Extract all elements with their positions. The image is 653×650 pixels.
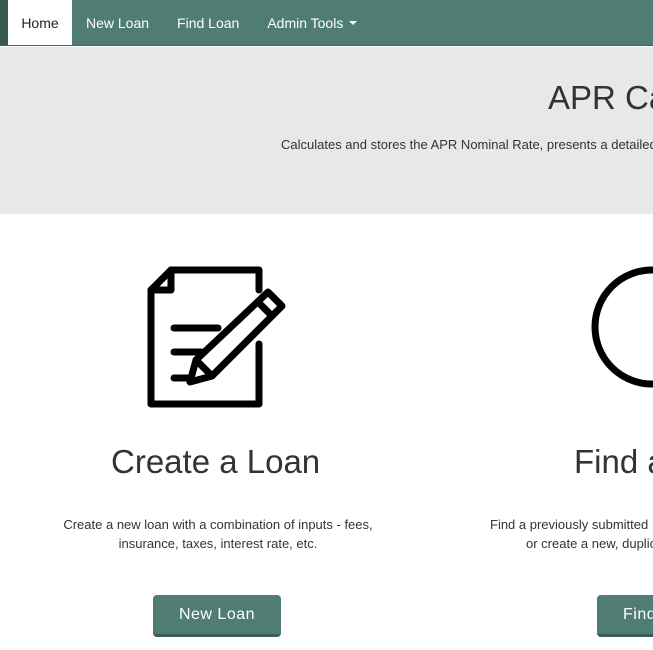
create-loan-title: Create a Loan [111, 443, 321, 480]
top-navbar: Home New Loan Find Loan Admin Tools [0, 0, 653, 46]
caret-down-icon [349, 20, 358, 25]
find-loan-button[interactable]: Find [597, 595, 653, 637]
page-subtitle: Calculates and stores the APR Nominal Ra… [281, 137, 653, 152]
create-loan-description: Create a new loan with a combination of … [59, 515, 377, 553]
document-pencil-icon [147, 266, 286, 408]
nav-find-loan[interactable]: Find Loan [163, 0, 253, 45]
find-loan-desc-line1: Find a previously submitted [490, 517, 649, 532]
magnifier-icon [591, 266, 653, 388]
create-loan-desc-line2: insurance, taxes, interest rate, etc. [118, 536, 318, 551]
nav-home[interactable]: Home [8, 0, 72, 45]
nav-new-loan[interactable]: New Loan [72, 0, 163, 45]
page-title: APR Ca [548, 79, 653, 116]
find-loan-description: Find a previously submitted or create a … [490, 515, 653, 553]
nav-admin-tools-label: Admin Tools [267, 14, 344, 31]
find-loan-title: Find a [574, 443, 653, 480]
nav-admin-tools[interactable]: Admin Tools [253, 0, 371, 45]
hero-banner: APR Ca Calculates and stores the APR Nom… [0, 47, 653, 214]
new-loan-button[interactable]: New Loan [153, 595, 281, 637]
create-loan-desc-line1: Create a new loan with a combination of … [63, 517, 373, 532]
find-loan-desc-line2: or create a new, duplic [526, 536, 653, 551]
